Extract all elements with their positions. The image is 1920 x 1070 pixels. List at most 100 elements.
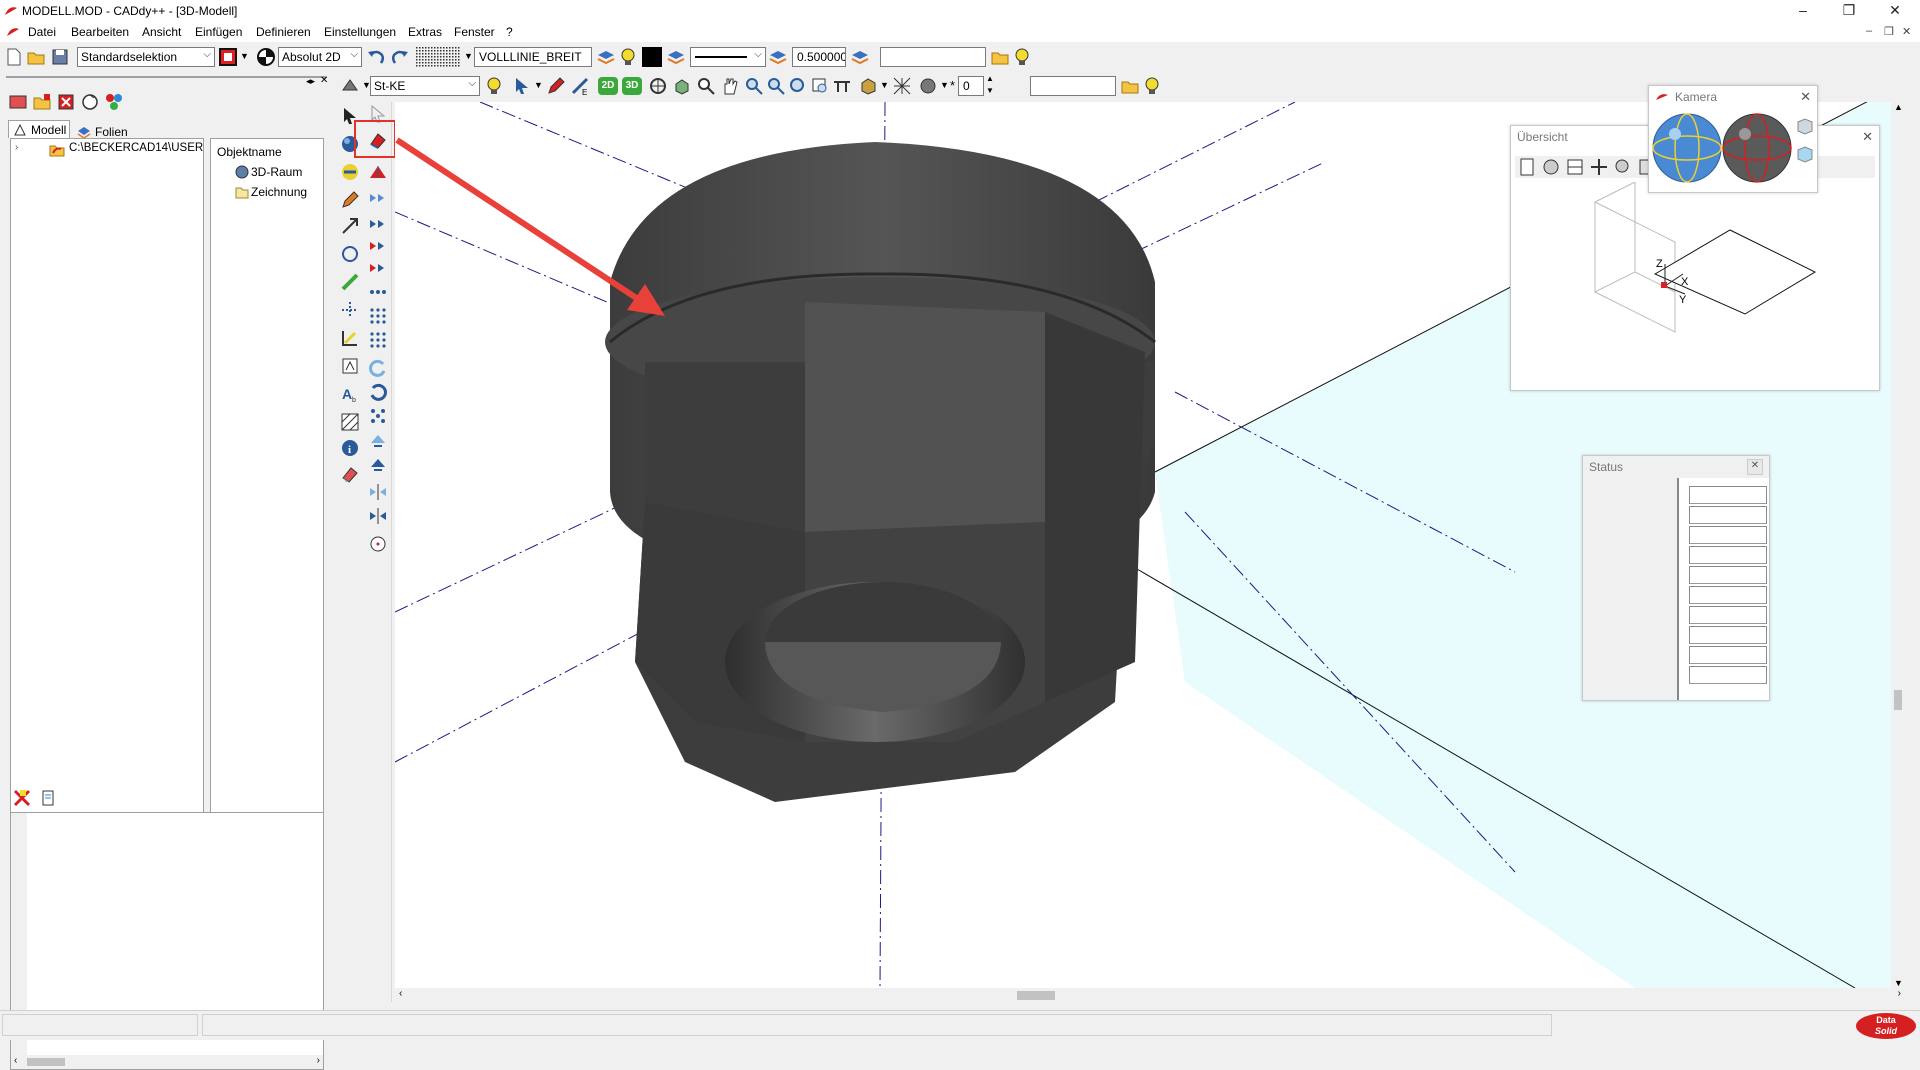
pointer-select-icon[interactable] [512,76,532,96]
lightbulb-icon[interactable] [1142,76,1162,96]
new-folder-icon[interactable] [32,92,52,112]
scroll-down-icon[interactable]: ▼ [1894,978,1903,988]
menu-help[interactable]: ? [506,25,513,39]
camera-cube-icon[interactable] [1795,116,1815,136]
info-icon[interactable]: i [340,438,360,458]
edge-tool-icon[interactable]: E [570,76,590,96]
nut-model[interactable] [605,142,1156,802]
crosshair-icon[interactable] [1589,157,1609,177]
layer-stack-icon[interactable] [666,47,686,67]
selection-filter-icon[interactable] [218,47,238,67]
camera-target-globe[interactable] [1721,112,1793,184]
properties-scroll-thumb[interactable] [27,1058,65,1066]
zoom-in-icon[interactable] [744,76,764,96]
view-2d-button[interactable]: 2D [598,77,618,95]
shading-sphere-icon[interactable] [918,76,938,96]
scroll-right-icon[interactable]: › [317,1055,320,1066]
layer-stack-icon[interactable] [768,47,788,67]
rotate-copy-icon[interactable] [340,244,360,264]
double-arrow-red-icon[interactable] [368,236,388,256]
camera-close-icon[interactable]: ✕ [1800,89,1811,105]
mdi-restore-icon[interactable]: ❐ [1884,25,1894,38]
rotate-view-icon[interactable] [648,76,668,96]
scroll-left-icon[interactable]: ‹ [399,988,402,999]
symbol-icon[interactable] [340,356,360,376]
coord-mode-select[interactable]: Absolut 2D ⌵ [278,47,362,67]
zoom-previous-icon[interactable] [810,76,830,96]
grid-icon[interactable] [416,47,460,67]
clipboard-icon[interactable] [38,788,58,808]
lightbulb-icon[interactable] [1012,47,1032,67]
pencil-icon[interactable] [340,190,360,210]
scroll-up-icon[interactable]: ▲ [1894,102,1903,112]
pin-icon[interactable]: ◂▸ [306,76,315,87]
viewport-hscroll-thumb[interactable] [1017,991,1055,1000]
minimize-button[interactable]: – [1780,0,1826,22]
chevron-down-icon[interactable]: ▼ [240,51,249,61]
chevron-down-icon[interactable]: ▼ [940,80,949,90]
chevron-down-icon[interactable]: ▼ [880,80,889,90]
coordinate-icon[interactable] [256,47,276,67]
folder-settings-icon[interactable] [990,47,1010,67]
properties-hscroll[interactable]: ‹ › [11,1055,323,1069]
layer-stack-icon[interactable] [850,47,870,67]
menu-extras[interactable]: Extras [408,25,442,39]
hatch-icon[interactable] [340,412,360,432]
pen-line-icon[interactable] [340,272,360,292]
scroll-right-icon[interactable]: › [1898,988,1901,999]
circle-target-icon[interactable] [368,534,388,554]
rotate-ccw-icon[interactable] [368,358,388,378]
status-close-icon[interactable]: ✕ [1747,459,1763,475]
spin-up-icon[interactable]: ▲ [986,74,994,83]
scroll-left-icon[interactable]: ‹ [14,1055,17,1066]
transform-icon[interactable] [340,216,360,236]
lightbulb-icon[interactable] [484,76,504,96]
expand-chevron-icon[interactable]: › [15,142,18,153]
viewport-vscroll[interactable]: ▲ ▼ [1891,102,1905,988]
section-plane-icon[interactable] [832,76,852,96]
menu-einfuegen[interactable]: Einfügen [195,25,242,39]
camera-orbit-globe[interactable] [1651,112,1723,184]
restore-button[interactable]: ❐ [1826,0,1872,22]
layer-tool-icon[interactable] [340,76,360,96]
rotate-cw-icon[interactable] [368,382,388,402]
print-preview-icon[interactable] [1517,157,1537,177]
color-palette-icon[interactable] [104,92,124,112]
layer-select[interactable]: St-KE ⌵ [370,76,480,96]
zoom-out-icon[interactable] [766,76,786,96]
wireframe-icon[interactable] [892,76,912,96]
eraser-icon[interactable] [340,464,360,484]
star-icon[interactable]: * [950,78,955,93]
layer-stack-icon[interactable] [596,47,616,67]
mdi-close-icon[interactable]: ✕ [1902,25,1911,38]
mdi-minimize-icon[interactable]: – [1866,25,1872,37]
double-arrow-red-icon[interactable] [368,258,388,278]
dimension-icon[interactable] [340,328,360,348]
color-swatch[interactable] [642,47,662,67]
viewport-hscroll[interactable]: ‹ › [395,988,1905,1002]
object-item-3d-raum[interactable]: 3D-Raum [251,165,302,179]
open-folder-icon[interactable] [26,47,46,67]
lightbulb-icon[interactable] [618,47,638,67]
viewport-vscroll-thumb[interactable] [1894,690,1902,710]
line-type-field[interactable]: VOLLLINIE_BREIT [474,47,592,67]
tab-modell[interactable]: Modell [8,120,70,138]
menu-bearbeiten[interactable]: Bearbeiten [71,25,129,39]
arrow-up-icon[interactable] [368,456,388,476]
menu-datei[interactable]: Datei [28,25,56,39]
delete-cross-icon[interactable] [12,788,32,808]
new-file-icon[interactable] [4,47,24,67]
overview-close-icon[interactable]: ✕ [1862,129,1873,145]
redo-icon[interactable] [390,47,410,67]
menu-einstellungen[interactable]: Einstellungen [324,25,396,39]
pencil-edit-icon[interactable] [546,76,566,96]
line-style-select[interactable]: ⌵ [690,47,766,67]
scatter-dots-icon[interactable] [368,406,388,426]
model-manager-icon[interactable] [8,92,28,112]
view-rotate-icon[interactable] [1541,157,1561,177]
zoom-all-icon[interactable] [788,76,808,96]
mirror-icon[interactable] [368,506,388,526]
close-button[interactable]: ✕ [1872,0,1918,22]
extra-field-2[interactable] [1030,76,1116,96]
double-arrow-icon[interactable] [368,188,388,208]
